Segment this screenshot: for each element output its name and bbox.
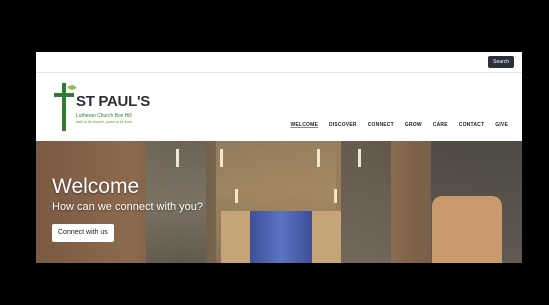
nav-item-grow[interactable]: GROW [405,122,422,128]
search-button[interactable]: Search [488,56,514,68]
main-nav: WELCOME DISCOVER CONNECT GROW CARE CONTA… [291,122,508,128]
nav-item-connect[interactable]: CONNECT [368,122,394,128]
nav-item-care[interactable]: CARE [433,122,448,128]
top-bar: Search [36,52,522,73]
candle-image [358,149,361,167]
cross-icon [62,83,66,131]
logo-tagline: faith to be shared, grace to be lived [76,120,133,124]
candle-image [220,149,223,167]
hero-banner: Welcome How can we connect with you? Con… [36,141,522,263]
hero-subtitle: How can we connect with you? [52,201,204,213]
connect-button[interactable]: Connect with us [52,224,114,242]
logo-subtitle: Lutheran Church Box Hill [76,113,132,119]
leaf-icon [67,83,77,92]
candle-image [235,189,238,203]
candle-image [176,149,179,167]
hero-title: Welcome [52,175,140,198]
candle-image [334,189,337,203]
browser-viewport: Search ST PAUL'S Lutheran Church Box Hil… [36,52,522,263]
nav-item-give[interactable]: GIVE [495,122,508,128]
church-logo[interactable]: ST PAUL'S Lutheran Church Box Hill faith… [50,83,170,135]
nav-item-welcome[interactable]: WELCOME [291,122,319,128]
cross-bar [54,93,74,97]
wall-panel [341,141,391,263]
lectern-image [432,196,502,263]
site-header: ST PAUL'S Lutheran Church Box Hill faith… [36,73,522,141]
nav-item-discover[interactable]: DISCOVER [329,122,357,128]
candle-image [317,149,320,167]
altar-cloth-image [250,211,312,263]
logo-name: ST PAUL'S [76,93,150,110]
nav-item-contact[interactable]: CONTACT [459,122,484,128]
